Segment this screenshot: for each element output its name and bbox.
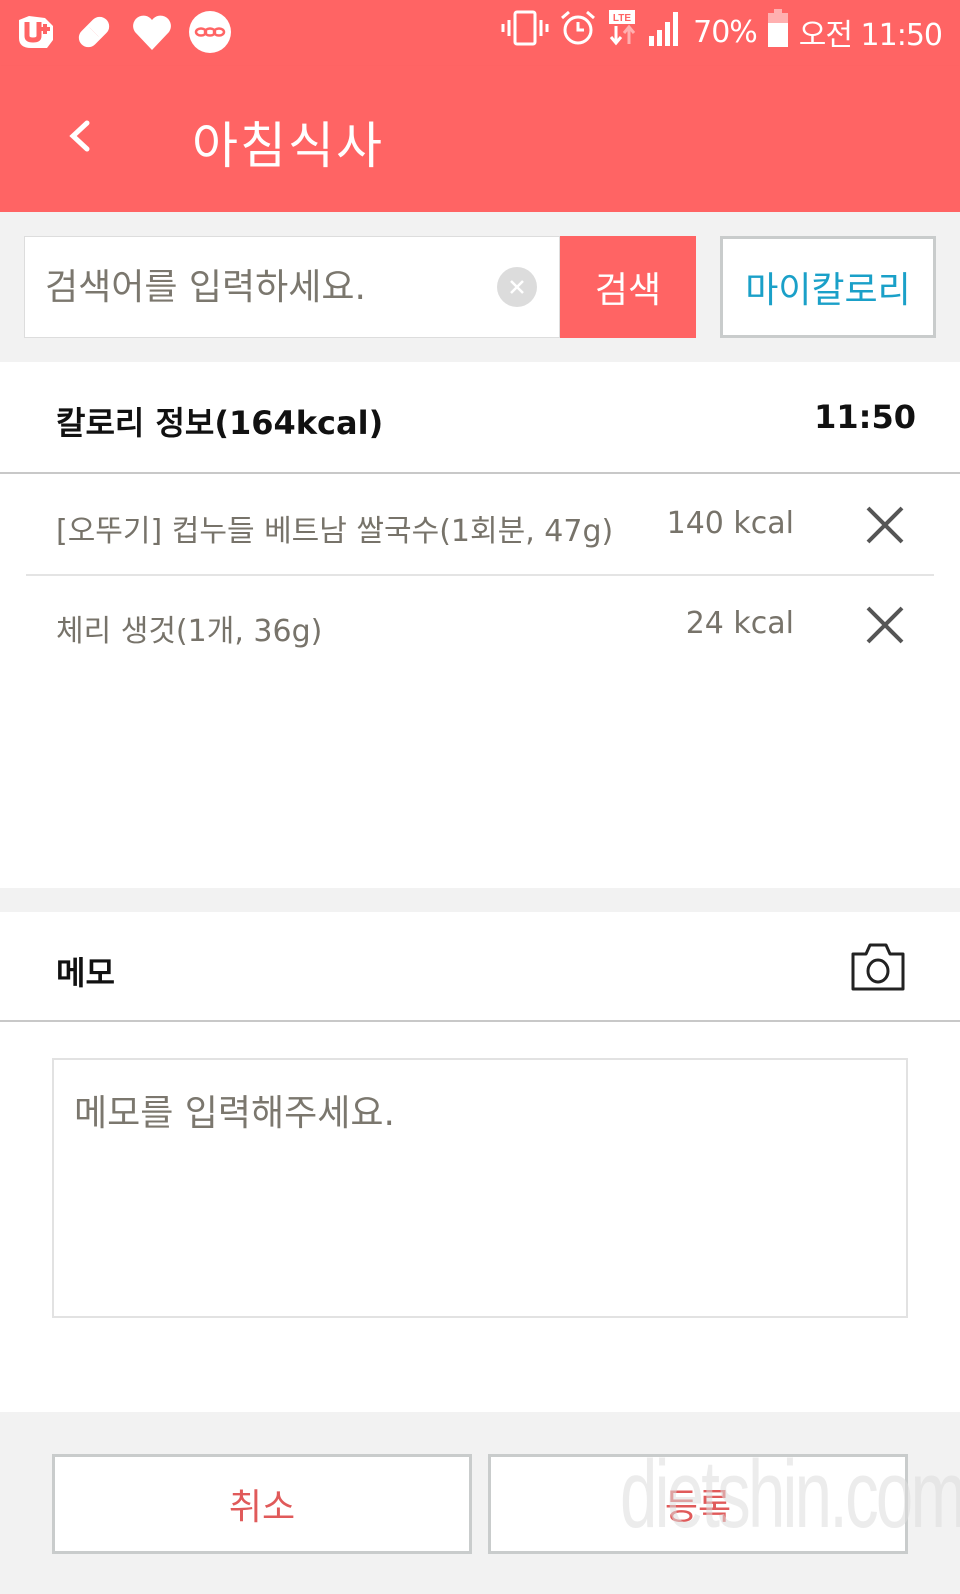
clear-search-button[interactable]	[497, 267, 537, 307]
battery-percent: 70%	[693, 14, 758, 50]
clear-circle-icon	[510, 280, 524, 294]
cancel-button[interactable]: 취소	[52, 1454, 472, 1554]
meal-time[interactable]: 11:50	[814, 398, 916, 436]
system-status: LTE 70% 오전 11:50	[501, 8, 943, 56]
notification-icons	[14, 10, 232, 54]
calorie-info-section: 칼로리 정보(164kcal) 11:50 [오뚜기] 컵누들 베트남 쌀국수(…	[0, 362, 960, 888]
search-button[interactable]: 검색	[560, 236, 696, 338]
food-item[interactable]: [오뚜기] 컵누들 베트남 쌀국수(1회분, 47g) 140 kcal	[26, 476, 934, 576]
calorie-info-title: 칼로리 정보(164kcal)	[56, 404, 384, 442]
close-icon	[866, 606, 904, 644]
footer: 취소 등록	[0, 1412, 960, 1594]
delete-food-button[interactable]	[862, 502, 908, 548]
clock: 오전 11:50	[798, 18, 943, 53]
lte-icon: LTE	[607, 8, 637, 56]
delete-food-button[interactable]	[862, 602, 908, 648]
memo-header: 메모	[0, 912, 960, 1022]
app-bar: 아침식사	[0, 66, 960, 212]
food-list: [오뚜기] 컵누들 베트남 쌀국수(1회분, 47g) 140 kcal 체리 …	[0, 476, 960, 676]
uplus-icon	[14, 10, 58, 54]
page-title: 아침식사	[192, 117, 384, 175]
submit-button[interactable]: 등록	[488, 1454, 908, 1554]
battery-icon	[767, 9, 789, 55]
svg-text:LTE: LTE	[613, 13, 631, 24]
signal-icon	[647, 10, 683, 54]
calorie-info-header: 칼로리 정보(164kcal) 11:50	[0, 362, 960, 474]
vibrate-icon	[501, 10, 549, 54]
chevron-left-icon	[69, 120, 90, 152]
chain-link-icon	[188, 10, 232, 54]
memo-title: 메모	[56, 954, 115, 992]
food-item[interactable]: 체리 생것(1개, 36g) 24 kcal	[26, 576, 934, 676]
memo-input[interactable]	[52, 1058, 908, 1318]
food-name: 체리 생것(1개, 36g)	[56, 614, 323, 649]
camera-button[interactable]	[850, 942, 906, 992]
status-bar: LTE 70% 오전 11:50	[0, 0, 960, 66]
back-button[interactable]	[54, 110, 106, 162]
food-kcal: 140 kcal	[666, 506, 794, 541]
food-name: [오뚜기] 컵누들 베트남 쌀국수(1회분, 47g)	[56, 514, 614, 549]
camera-icon	[851, 943, 905, 991]
alarm-icon	[559, 9, 597, 55]
search-box	[24, 236, 560, 338]
my-calorie-button[interactable]: 마이칼로리	[720, 236, 936, 338]
pill-icon	[72, 10, 116, 54]
memo-section: 메모	[0, 912, 960, 1412]
food-kcal: 24 kcal	[685, 606, 794, 641]
close-icon	[866, 506, 904, 544]
heart-icon	[130, 10, 174, 54]
search-row: 검색 마이칼로리	[0, 212, 960, 362]
search-input[interactable]	[45, 237, 485, 337]
